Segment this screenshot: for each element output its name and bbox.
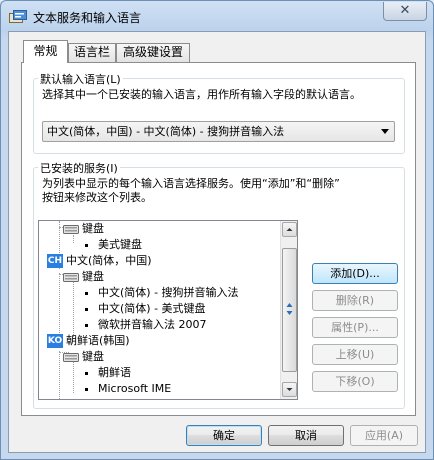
- move-up-button[interactable]: 上移(U): [312, 344, 398, 365]
- dialog-client-area: 常规 语言栏 高级键设置 默认输入语言(L) 选择其中一个已安装的输入语言，用作…: [8, 31, 426, 453]
- bullet-icon: [85, 323, 88, 327]
- default-language-legend: 默认输入语言(L): [38, 71, 123, 87]
- cancel-button[interactable]: 取消: [268, 425, 344, 446]
- tree-node-keyboard[interactable]: 键盘: [63, 349, 104, 364]
- general-tab-panel: 默认输入语言(L) 选择其中一个已安装的输入语言，用作所有输入字段的默认语言。 …: [21, 62, 416, 416]
- installed-services-group: 已安装的服务(I) 为列表中显示的每个输入语言选择服务。使用“添加”和“删除” …: [33, 160, 405, 409]
- dialog-window: 文本服务和输入语言 ✕ 常规 语言栏 高级键设置 默认输入语言(L) 选择其中一…: [0, 0, 434, 460]
- tree-connector: [73, 281, 74, 339]
- keyboard-icon: [63, 352, 79, 362]
- bullet-icon: [85, 243, 88, 247]
- bullet-icon: [85, 291, 88, 295]
- scroll-down-button[interactable]: [282, 382, 297, 397]
- text-services-app-icon: [9, 10, 27, 23]
- properties-button[interactable]: 属性(P)...: [312, 317, 398, 338]
- tree-node-keyboard[interactable]: 键盘: [63, 269, 104, 284]
- tree-node-keyboard[interactable]: 键盘: [63, 221, 104, 236]
- keyboard-icon: [63, 272, 79, 282]
- bullet-icon: [85, 371, 88, 375]
- installed-services-legend: 已安装的服务(I): [38, 160, 120, 176]
- tree-node-service[interactable]: 朝鲜语: [83, 365, 131, 380]
- dropdown-arrow-icon: [381, 129, 389, 134]
- language-badge-icon: CH: [47, 254, 63, 268]
- keyboard-icon: [63, 224, 79, 234]
- bullet-icon: [85, 387, 88, 391]
- title-bar[interactable]: 文本服务和输入语言 ✕: [1, 1, 433, 31]
- chevron-down-icon: [286, 388, 293, 391]
- ok-button[interactable]: 确定: [186, 425, 262, 446]
- tree-node-service[interactable]: Microsoft IME: [83, 381, 171, 396]
- tree-vertical-scrollbar[interactable]: [280, 221, 297, 399]
- tree-node-language[interactable]: CH 中文(简体，中国): [47, 253, 152, 268]
- move-down-button[interactable]: 下移(O): [312, 371, 398, 392]
- add-service-button[interactable]: 添加(D)...: [312, 263, 398, 284]
- close-button[interactable]: ✕: [383, 2, 427, 21]
- tree-connector: [73, 235, 74, 243]
- tree-node-service[interactable]: 中文(简体) - 美式键盘: [83, 301, 206, 316]
- tree-node-service[interactable]: 美式键盘: [83, 237, 142, 252]
- scroll-up-button[interactable]: [282, 222, 297, 237]
- tab-general[interactable]: 常规: [23, 40, 68, 63]
- grip-icon: [286, 303, 293, 315]
- window-title: 文本服务和输入语言: [33, 11, 142, 25]
- scroll-thumb[interactable]: [282, 248, 297, 372]
- default-language-selected: 中文(简体，中国) - 中文(简体) - 搜狗拼音输入法: [47, 125, 285, 138]
- tree-node-language[interactable]: KO 朝鲜语(韩国): [47, 333, 130, 348]
- default-language-group: 默认输入语言(L) 选择其中一个已安装的输入语言，用作所有输入字段的默认语言。 …: [33, 71, 405, 154]
- tab-advanced-key-settings[interactable]: 高级键设置: [116, 43, 190, 62]
- bullet-icon: [85, 307, 88, 311]
- tree-node-service[interactable]: 微软拼音输入法 2007: [83, 317, 207, 332]
- tree-node-service[interactable]: 中文(简体) - 搜狗拼音输入法: [83, 285, 239, 300]
- default-language-description: 选择其中一个已安装的输入语言，用作所有输入字段的默认语言。: [42, 88, 361, 101]
- language-badge-icon: KO: [47, 334, 63, 348]
- installed-services-tree[interactable]: 键盘 美式键盘 CH中文(简体，中国) 键盘 中文(简体) - 搜狗拼音输入法: [38, 220, 298, 400]
- apply-button[interactable]: 应用(A): [350, 425, 418, 446]
- tree-connector: [59, 351, 60, 399]
- installed-services-description-1: 为列表中显示的每个输入语言选择服务。使用“添加”和“删除”: [42, 177, 340, 190]
- tab-language-bar[interactable]: 语言栏: [68, 43, 116, 62]
- remove-service-button[interactable]: 删除(R): [312, 290, 398, 311]
- installed-services-description-2: 按钮来修改这个列表。: [42, 191, 152, 204]
- tree-connector: [73, 359, 74, 393]
- close-icon: ✕: [399, 3, 411, 18]
- default-language-dropdown[interactable]: 中文(简体，中国) - 中文(简体) - 搜狗拼音输入法: [42, 121, 395, 142]
- chevron-up-icon: [286, 228, 293, 231]
